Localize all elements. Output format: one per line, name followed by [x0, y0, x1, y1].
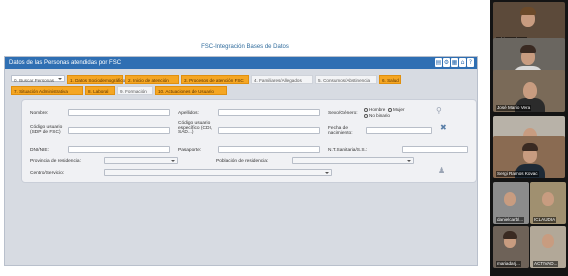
person-search-window: Datos de las Personas atendidas por FSC … [4, 56, 478, 266]
participant-name: José Mario Vera [496, 105, 532, 111]
codigo-usuario-label: Código usuario (SDP de FSC) [30, 125, 63, 135]
nt-sanitaria-label: N.T.Sanitaria/S.S.: [328, 148, 368, 153]
grid-icon[interactable]: ▦ [451, 58, 458, 67]
provincia-residencia-select[interactable] [104, 157, 178, 164]
tab-inicio-atencion[interactable]: 2. Inicio de atención [125, 75, 179, 84]
participant-tile[interactable]: mariadarj... [493, 226, 529, 268]
dni-nie-label: DNI/NIE: [30, 148, 49, 153]
no-binario-radio-dot [364, 113, 368, 118]
tab-formacion[interactable]: 9. Formación [117, 86, 153, 95]
centro-servicio-select[interactable] [104, 169, 332, 176]
participant-name: mariadarj... [496, 261, 521, 267]
participant-tile[interactable]: José Mario Vera [493, 70, 565, 112]
no-binario-label: No binario [369, 113, 390, 118]
app-title: FSC-Integración Bases de Datos [201, 44, 289, 50]
hair-shape [520, 7, 536, 15]
hombre-radio-dot [364, 107, 368, 112]
fecha-nacimiento-label: Fecha de nacimiento: [328, 126, 353, 136]
codigo-usuario-especifico-label: Código usuario específico (CDI, SAD...) [178, 121, 213, 136]
participant-tile[interactable]: danielcarbl... [493, 182, 529, 224]
participants-strip: adriana.piez... José Mario Vera dicunter… [490, 0, 568, 276]
centro-servicio-label: Centro/Servicio: [30, 171, 65, 176]
participant-tile[interactable]: ICLAUDIA [530, 182, 566, 224]
section-tabs: 0. Buscar Personas 1. Datos Sociodemográ… [11, 73, 473, 97]
tab-actuaciones-usuario[interactable]: 10. Actuaciones de Usuario [155, 86, 227, 95]
nombre-input[interactable] [68, 109, 170, 116]
user-video-icon [504, 192, 516, 206]
tab-buscar-personas[interactable]: 0. Buscar Personas [11, 75, 65, 83]
clear-icon[interactable]: ✖ [440, 123, 447, 133]
apellidos-input[interactable] [218, 109, 320, 116]
window-titlebar: Datos de las Personas atendidas por FSC … [5, 57, 477, 69]
no-binario-radio[interactable]: No binario [364, 113, 390, 118]
pdf-icon[interactable]: ▤ [435, 58, 442, 67]
participant-name: Sergi Ramos Kovac [496, 171, 539, 177]
hair-shape [520, 45, 536, 53]
bell-icon[interactable]: ♟ [438, 166, 445, 176]
codigo-usuario-especifico-input[interactable] [218, 127, 320, 134]
tab-familiares-allegados[interactable]: 4. Familiares/Allegados [251, 75, 313, 84]
poblacion-residencia-select[interactable] [292, 157, 414, 164]
search-form-panel: Nombre: Apellidos: Sexo/Género: Hombre M… [21, 99, 477, 183]
shared-screen: FSC-Integración Bases de Datos Datos de … [0, 0, 490, 276]
nombre-label: Nombre: [30, 111, 49, 116]
tab-laboral[interactable]: 8. Laboral [85, 86, 115, 95]
mujer-radio-dot [388, 107, 392, 112]
window-title: Datos de las Personas atendidas por FSC [9, 60, 122, 66]
mujer-radio[interactable]: Mujer [388, 107, 405, 112]
user-video-icon [542, 192, 554, 206]
hair-shape [503, 231, 517, 239]
tab-consumos-abstinencia[interactable]: 5. Consumos/Abstinencia [315, 75, 377, 84]
home-icon[interactable]: ⌂ [459, 58, 466, 67]
user-video-icon [523, 82, 537, 99]
help-icon[interactable]: ? [467, 58, 474, 67]
tab-procesos-atencion[interactable]: 3. Procesos de atención FSC [181, 75, 249, 84]
participant-name: ICLAUDIA [533, 217, 557, 223]
apellidos-label: Apellidos: [178, 111, 199, 116]
tab-salud[interactable]: 6. Salud [379, 75, 401, 84]
nt-sanitaria-input[interactable] [402, 146, 468, 153]
hombre-radio[interactable]: Hombre [364, 107, 385, 112]
codigo-usuario-input[interactable] [68, 127, 170, 134]
participant-tile[interactable]: Sergi Ramos Kovac [493, 136, 565, 178]
participant-name: danielcarbl... [496, 217, 525, 223]
fecha-nacimiento-input[interactable] [366, 127, 432, 134]
search-icon[interactable]: ⚲ [436, 106, 442, 116]
tab-situacion-administrativa[interactable]: 7. Situación Administrativa [11, 86, 83, 95]
pasaporte-label: Pasaporte: [178, 148, 202, 153]
provincia-residencia-label: Provincia de residencia: [30, 159, 81, 164]
hair-shape [522, 143, 538, 151]
pasaporte-input[interactable] [218, 146, 320, 153]
participant-name: ACTIVAD... [533, 261, 559, 267]
mujer-label: Mujer [393, 107, 405, 112]
poblacion-residencia-label: Población de residencia: [216, 159, 269, 164]
participant-tile[interactable]: ACTIVAD... [530, 226, 566, 268]
tab-datos-sociodemograficos[interactable]: 1. Datos Sociodemográficos [67, 75, 127, 84]
hombre-label: Hombre [369, 107, 386, 112]
dni-nie-input[interactable] [68, 146, 170, 153]
titlebar-icons: ▤ ⚙ ▦ ⌂ ? [435, 58, 474, 67]
gear-icon[interactable]: ⚙ [443, 58, 450, 67]
user-video-icon [542, 234, 554, 248]
sexo-genero-label: Sexo/Género: [328, 111, 358, 116]
